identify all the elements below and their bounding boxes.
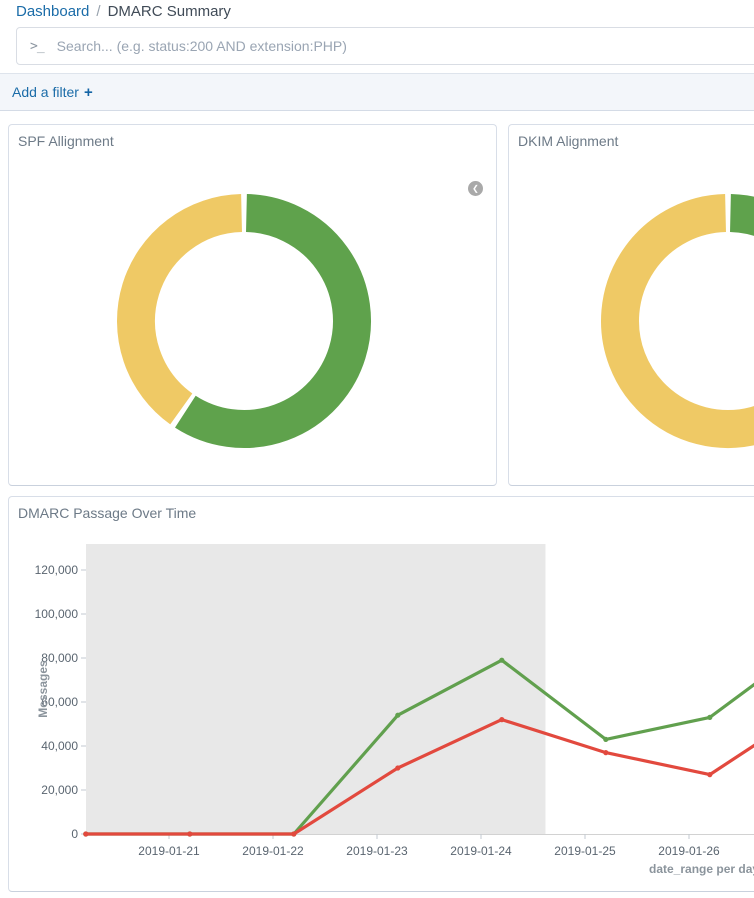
chevron-left-circle-icon[interactable]: ❮ — [468, 181, 483, 196]
terminal-prompt-icon: >_ — [30, 39, 44, 54]
svg-text:40,000: 40,000 — [41, 739, 78, 753]
breadcrumb-dashboard-link[interactable]: Dashboard — [16, 3, 89, 20]
add-filter-plus-icon[interactable]: + — [84, 84, 93, 101]
filter-bar: Add a filter + — [0, 73, 754, 111]
svg-text:2019-01-24: 2019-01-24 — [450, 844, 512, 858]
dmarc-line-chart: 020,00040,00060,00080,000100,000120,0002… — [9, 497, 754, 891]
panel-dkim-alignment: DKIM Alignment — [508, 124, 754, 486]
svg-text:0: 0 — [71, 827, 78, 841]
svg-text:2019-01-23: 2019-01-23 — [346, 844, 408, 858]
svg-text:2019-01-22: 2019-01-22 — [242, 844, 304, 858]
breadcrumb: Dashboard / DMARC Summary — [16, 3, 231, 20]
svg-text:Messages: Messages — [36, 660, 50, 718]
add-filter-link[interactable]: Add a filter — [12, 84, 79, 100]
svg-text:120,000: 120,000 — [35, 563, 79, 577]
search-bar: >_ — [16, 27, 754, 65]
breadcrumb-separator: / — [96, 3, 100, 20]
search-input[interactable] — [55, 37, 754, 55]
svg-text:2019-01-26: 2019-01-26 — [658, 844, 720, 858]
panel-dmarc-passage: DMARC Passage Over Time 020,00040,00060,… — [8, 496, 754, 892]
svg-text:date_range per day: date_range per day — [649, 862, 754, 876]
svg-text:20,000: 20,000 — [41, 783, 78, 797]
svg-text:100,000: 100,000 — [35, 607, 79, 621]
svg-text:2019-01-25: 2019-01-25 — [554, 844, 616, 858]
breadcrumb-current-page: DMARC Summary — [108, 3, 231, 20]
panel-title-spf: SPF Allignment — [9, 125, 496, 157]
dkim-donut-chart — [599, 192, 754, 450]
spf-donut-chart — [115, 192, 373, 450]
panel-spf-alignment: SPF Allignment ❮ — [8, 124, 497, 486]
svg-text:2019-01-21: 2019-01-21 — [138, 844, 200, 858]
panel-title-dkim: DKIM Alignment — [509, 125, 754, 157]
